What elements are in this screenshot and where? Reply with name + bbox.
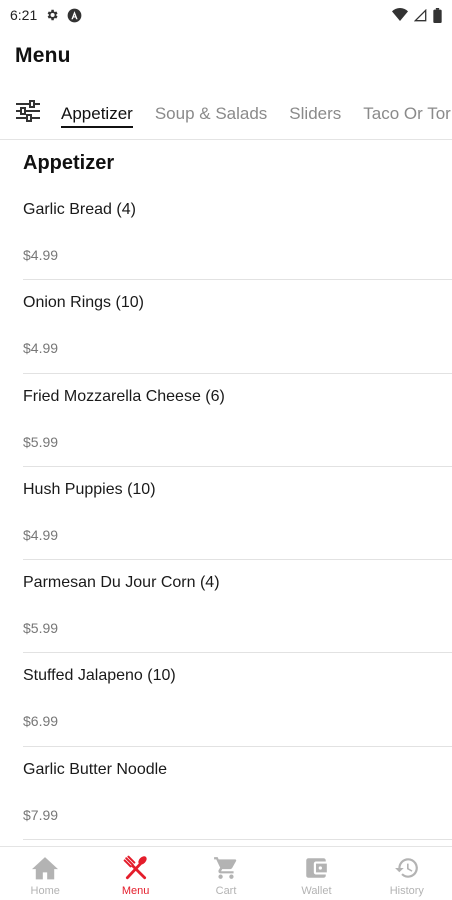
item-name: Parmesan Du Jour Corn (4) xyxy=(23,574,220,592)
nav-wallet-label: Wallet xyxy=(301,885,332,897)
app-notification-icon xyxy=(67,8,82,23)
signal-icon xyxy=(414,8,427,22)
nav-home[interactable]: Home xyxy=(0,847,90,900)
nav-history-label: History xyxy=(389,885,424,897)
bottom-navigation: Home Menu Cart Wallet History xyxy=(0,846,452,900)
battery-icon xyxy=(433,7,442,23)
tab-appetizer[interactable]: Appetizer xyxy=(61,92,133,139)
wifi-icon xyxy=(392,8,408,22)
item-name: Stuffed Jalapeno (10) xyxy=(23,667,176,685)
item-price: $4.99 xyxy=(23,247,59,263)
status-time: 6:21 xyxy=(10,7,38,23)
menu-content: Appetizer Garlic Bread (4) $4.99 Onion R… xyxy=(0,141,452,846)
item-price: $7.99 xyxy=(23,806,59,823)
page-title: Menu xyxy=(15,44,71,67)
wallet-icon xyxy=(302,854,330,882)
settings-gear-icon xyxy=(45,8,59,22)
nav-home-label: Home xyxy=(30,885,60,897)
item-name: Hush Puppies (10) xyxy=(23,480,156,498)
menu-item[interactable]: Garlic Butter Noodle $7.99 xyxy=(23,747,452,841)
item-price: $4.99 xyxy=(23,526,59,543)
item-name: Onion Rings (10) xyxy=(23,294,144,312)
history-icon xyxy=(393,854,421,882)
item-name: Fried Mozzarella Cheese (6) xyxy=(23,387,225,405)
menu-item-list: Garlic Bread (4) $4.99 Onion Rings (10) … xyxy=(23,187,452,841)
menu-item[interactable]: Parmesan Du Jour Corn (4) $5.99 xyxy=(23,560,452,654)
category-tabs: Appetizer Soup & Salads Sliders Taco Or … xyxy=(61,92,452,139)
menu-item[interactable]: Onion Rings (10) $4.99 xyxy=(23,280,452,374)
home-icon xyxy=(31,854,59,882)
menu-item[interactable]: Stuffed Jalapeno (10) $6.99 xyxy=(23,653,452,747)
fork-knife-icon xyxy=(122,854,150,882)
section-title: Appetizer xyxy=(23,152,115,174)
nav-cart[interactable]: Cart xyxy=(181,847,271,900)
filter-button[interactable] xyxy=(14,99,42,127)
item-name: Garlic Bread (4) xyxy=(23,201,136,218)
menu-item[interactable]: Hush Puppies (10) $4.99 xyxy=(23,467,452,561)
item-price: $5.99 xyxy=(23,433,59,450)
item-price: $4.99 xyxy=(23,340,59,357)
item-price: $6.99 xyxy=(23,713,59,730)
item-name: Garlic Butter Noodle xyxy=(23,760,168,778)
menu-item[interactable]: Garlic Bread (4) $4.99 xyxy=(23,187,452,281)
tab-soup-salads[interactable]: Soup & Salads xyxy=(155,92,267,139)
tab-sliders[interactable]: Sliders xyxy=(289,92,341,139)
nav-wallet[interactable]: Wallet xyxy=(271,847,361,900)
nav-menu[interactable]: Menu xyxy=(90,847,180,900)
nav-menu-label: Menu xyxy=(121,885,150,897)
status-bar: 6:21 xyxy=(0,0,452,30)
menu-item[interactable]: Fried Mozzarella Cheese (6) $5.99 xyxy=(23,374,452,467)
tab-taco-or-tortilla[interactable]: Taco Or Tor xyxy=(363,92,451,139)
item-price: $5.99 xyxy=(23,620,59,637)
sliders-filter-icon xyxy=(15,99,41,127)
nav-history[interactable]: History xyxy=(362,847,452,900)
nav-cart-label: Cart xyxy=(215,885,237,897)
cart-icon xyxy=(212,854,240,882)
category-tab-bar: Appetizer Soup & Salads Sliders Taco Or … xyxy=(0,92,452,140)
